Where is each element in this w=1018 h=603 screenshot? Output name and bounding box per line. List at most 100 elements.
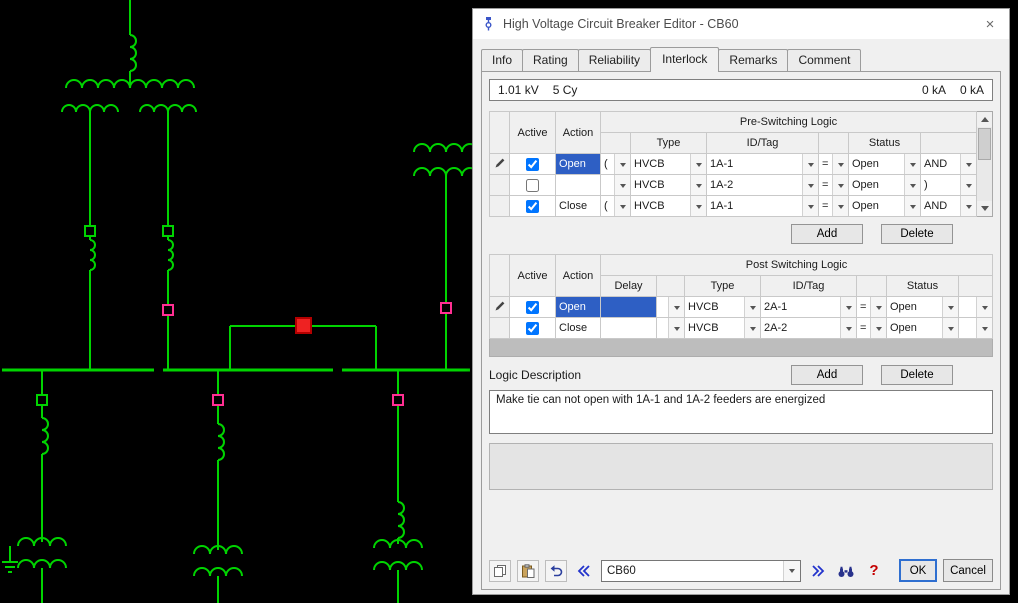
post-row-selector[interactable] xyxy=(490,318,510,339)
post-status-cell[interactable]: Open xyxy=(887,318,959,339)
pre-status-cell[interactable]: Open xyxy=(849,154,921,175)
pre-paren-cell[interactable]: ( xyxy=(601,196,631,217)
dropdown-arrow-icon[interactable] xyxy=(832,175,848,195)
find-button[interactable] xyxy=(835,560,857,582)
dropdown-arrow-icon[interactable] xyxy=(783,561,800,581)
post-delete-button[interactable]: Delete xyxy=(881,365,953,385)
pre-active-checkbox[interactable] xyxy=(526,200,539,213)
prev-element-button[interactable] xyxy=(573,560,595,582)
dropdown-arrow-icon[interactable] xyxy=(832,196,848,216)
tab-comment[interactable]: Comment xyxy=(787,49,861,71)
pre-eq-cell[interactable]: = xyxy=(819,154,849,175)
dropdown-arrow-icon[interactable] xyxy=(744,318,760,338)
dropdown-arrow-icon[interactable] xyxy=(690,175,706,195)
pre-grid-scrollbar[interactable] xyxy=(977,111,993,217)
post-unit-cell[interactable] xyxy=(657,318,685,339)
dropdown-arrow-icon[interactable] xyxy=(840,297,856,317)
dropdown-arrow-icon[interactable] xyxy=(802,175,818,195)
scroll-track[interactable] xyxy=(977,127,992,201)
post-action-cell[interactable]: Open xyxy=(556,297,601,318)
dropdown-arrow-icon[interactable] xyxy=(690,196,706,216)
pre-row-selector[interactable] xyxy=(490,196,510,217)
dropdown-arrow-icon[interactable] xyxy=(744,297,760,317)
pre-add-button[interactable]: Add xyxy=(791,224,863,244)
help-button[interactable]: ? xyxy=(863,560,885,582)
pre-action-cell[interactable]: Open xyxy=(556,154,601,175)
pre-logic-cell[interactable]: ) xyxy=(921,175,977,196)
post-action-cell[interactable]: Close xyxy=(556,318,601,339)
dropdown-arrow-icon[interactable] xyxy=(904,196,920,216)
dropdown-arrow-icon[interactable] xyxy=(976,318,992,338)
post-eq-cell[interactable]: = xyxy=(857,318,887,339)
tab-rating[interactable]: Rating xyxy=(522,49,579,71)
post-idtag-cell[interactable]: 2A-1 xyxy=(761,297,857,318)
element-selector-combo[interactable]: CB60 xyxy=(601,560,801,582)
post-unit-cell[interactable] xyxy=(657,297,685,318)
close-icon[interactable]: × xyxy=(977,16,1003,33)
cancel-button[interactable]: Cancel xyxy=(943,559,993,582)
pre-active-checkbox[interactable] xyxy=(526,158,539,171)
post-add-button[interactable]: Add xyxy=(791,365,863,385)
dropdown-arrow-icon[interactable] xyxy=(614,154,630,174)
pre-logic-cell[interactable]: AND xyxy=(921,154,977,175)
paste-button[interactable] xyxy=(517,560,539,582)
post-type-cell[interactable]: HVCB xyxy=(685,297,761,318)
dropdown-arrow-icon[interactable] xyxy=(976,297,992,317)
pre-paren-cell[interactable]: ( xyxy=(601,154,631,175)
pre-eq-cell[interactable]: = xyxy=(819,175,849,196)
post-delay-cell[interactable] xyxy=(601,318,657,339)
tab-info[interactable]: Info xyxy=(481,49,523,71)
pre-type-cell[interactable]: HVCB xyxy=(631,175,707,196)
scroll-up-icon[interactable] xyxy=(977,112,992,127)
scroll-thumb[interactable] xyxy=(978,128,991,160)
logic-description-text[interactable]: Make tie can not open with 1A-1 and 1A-2… xyxy=(489,390,993,434)
dropdown-arrow-icon[interactable] xyxy=(942,297,958,317)
dropdown-arrow-icon[interactable] xyxy=(840,318,856,338)
post-delay-cell[interactable] xyxy=(601,297,657,318)
pre-action-cell[interactable] xyxy=(556,175,601,196)
copy-button[interactable] xyxy=(489,560,511,582)
dropdown-arrow-icon[interactable] xyxy=(960,196,976,216)
post-active-checkbox[interactable] xyxy=(526,301,539,314)
dropdown-arrow-icon[interactable] xyxy=(960,154,976,174)
pre-idtag-cell[interactable]: 1A-1 xyxy=(707,196,819,217)
post-type-cell[interactable]: HVCB xyxy=(685,318,761,339)
dropdown-arrow-icon[interactable] xyxy=(614,175,630,195)
dropdown-arrow-icon[interactable] xyxy=(904,175,920,195)
tab-interlock[interactable]: Interlock xyxy=(650,47,719,72)
scroll-down-icon[interactable] xyxy=(977,201,992,216)
dropdown-arrow-icon[interactable] xyxy=(690,154,706,174)
pre-paren-cell[interactable] xyxy=(601,175,631,196)
dropdown-arrow-icon[interactable] xyxy=(668,318,684,338)
pre-idtag-cell[interactable]: 1A-1 xyxy=(707,154,819,175)
pre-active-checkbox[interactable] xyxy=(526,179,539,192)
dropdown-arrow-icon[interactable] xyxy=(942,318,958,338)
next-element-button[interactable] xyxy=(807,560,829,582)
dropdown-arrow-icon[interactable] xyxy=(960,175,976,195)
secondary-description-box[interactable] xyxy=(489,443,993,490)
pre-row-selector[interactable] xyxy=(490,175,510,196)
pre-type-cell[interactable]: HVCB xyxy=(631,196,707,217)
dropdown-arrow-icon[interactable] xyxy=(870,318,886,338)
one-line-diagram[interactable] xyxy=(0,0,472,603)
dropdown-arrow-icon[interactable] xyxy=(614,196,630,216)
pre-type-cell[interactable]: HVCB xyxy=(631,154,707,175)
post-eq-cell[interactable]: = xyxy=(857,297,887,318)
tab-reliability[interactable]: Reliability xyxy=(578,49,651,71)
dropdown-arrow-icon[interactable] xyxy=(802,154,818,174)
dropdown-arrow-icon[interactable] xyxy=(668,297,684,317)
post-logic-cell[interactable] xyxy=(959,318,993,339)
post-logic-cell[interactable] xyxy=(959,297,993,318)
dropdown-arrow-icon[interactable] xyxy=(832,154,848,174)
pre-delete-button[interactable]: Delete xyxy=(881,224,953,244)
tab-remarks[interactable]: Remarks xyxy=(718,49,788,71)
post-row-selector[interactable] xyxy=(490,297,510,318)
dropdown-arrow-icon[interactable] xyxy=(802,196,818,216)
pre-logic-cell[interactable]: AND xyxy=(921,196,977,217)
post-status-cell[interactable]: Open xyxy=(887,297,959,318)
undo-button[interactable] xyxy=(545,560,567,582)
pre-eq-cell[interactable]: = xyxy=(819,196,849,217)
post-active-checkbox[interactable] xyxy=(526,322,539,335)
dropdown-arrow-icon[interactable] xyxy=(904,154,920,174)
pre-idtag-cell[interactable]: 1A-2 xyxy=(707,175,819,196)
